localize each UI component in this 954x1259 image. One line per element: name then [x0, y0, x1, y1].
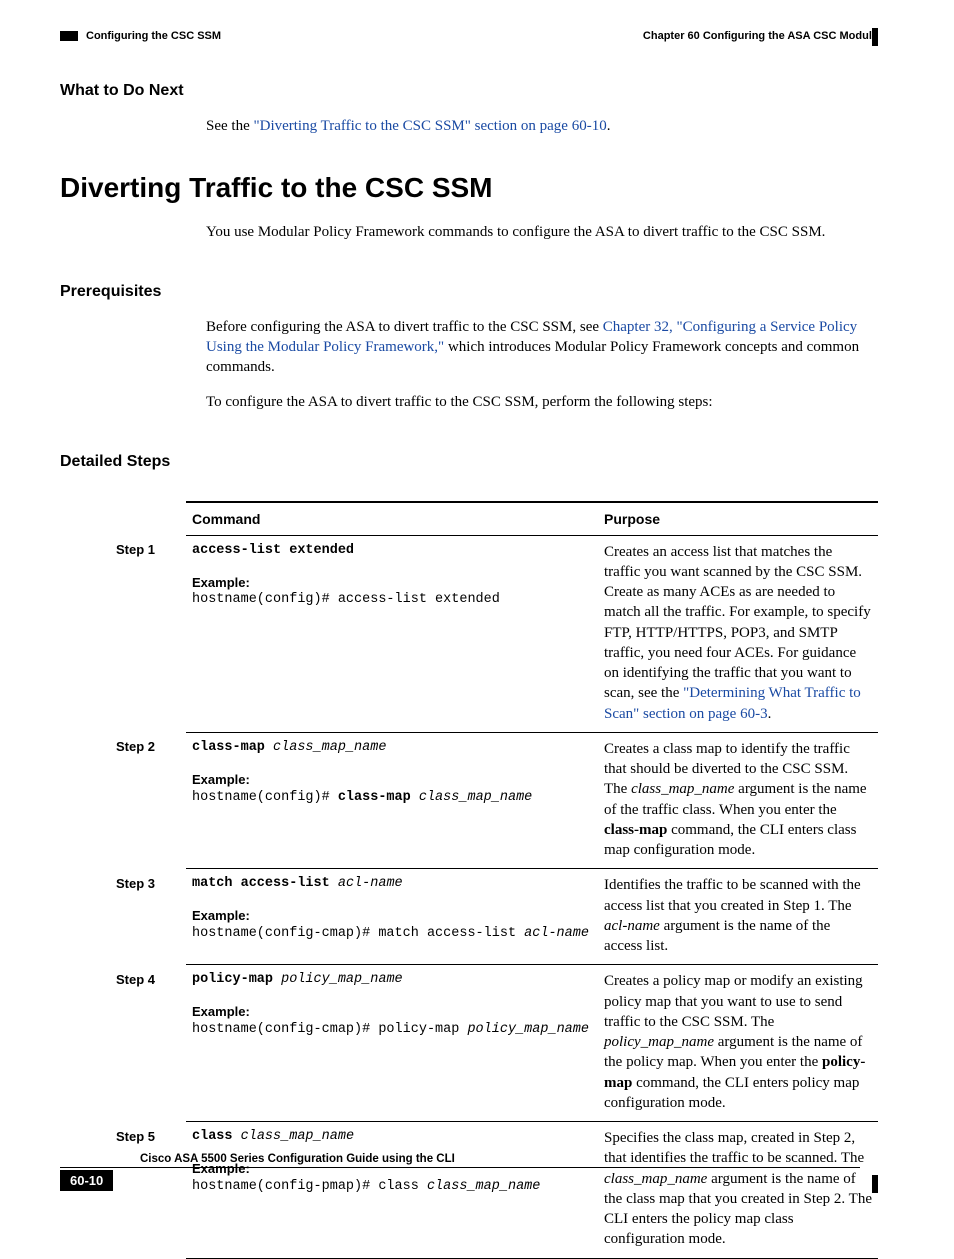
purpose-cell: Creates a policy map or modify an existi…: [598, 965, 878, 1122]
table-row: Step 3 match access-list acl-name Example:…: [116, 869, 878, 965]
command-example: hostname(config-cmap)# match access-list…: [192, 925, 592, 943]
header-marker-icon: [60, 31, 78, 41]
heading-diverting-traffic: Diverting Traffic to the CSC SSM: [60, 172, 878, 204]
command-example: hostname(config)# access-list extended: [192, 591, 592, 609]
heading-what-to-do-next: What to Do Next: [60, 82, 878, 100]
example-label: Example:: [192, 907, 592, 925]
header-section-ref: Configuring the CSC SSM: [86, 30, 221, 42]
command-cell: policy-map policy_map_name Example:hostna…: [186, 965, 598, 1122]
purpose-cell: Creates an access list that matches the …: [598, 535, 878, 732]
link-diverting-traffic[interactable]: "Diverting Traffic to the CSC SSM" secti…: [253, 118, 606, 134]
command-syntax: class-map class_map_name: [192, 739, 592, 757]
table-header-purpose: Purpose: [598, 502, 878, 536]
text-fragment: Before configuring the ASA to divert tra…: [206, 319, 603, 335]
example-label: Example:: [192, 574, 592, 592]
page-number-badge: 60-10: [60, 1170, 860, 1191]
table-row: Step 2 class-map class_map_name Example:ho…: [116, 732, 878, 869]
footer-edge-marker-icon: [872, 1175, 878, 1193]
step-label: Step 1: [116, 535, 186, 732]
example-label: Example:: [192, 771, 592, 789]
steps-table: Command Purpose Step 1access-list extend…: [116, 501, 878, 1259]
text-fragment: .: [607, 118, 611, 134]
command-syntax: access-list extended: [192, 542, 592, 560]
prereq-paragraph-1: Before configuring the ASA to divert tra…: [206, 317, 878, 378]
main-paragraph: You use Modular Policy Framework command…: [206, 222, 878, 242]
page-number: 60-10: [60, 1170, 113, 1191]
header-chapter-ref: Chapter 60 Configuring the ASA CSC Modul…: [643, 30, 878, 42]
purpose-cell: Identifies the traffic to be scanned wit…: [598, 869, 878, 965]
step-label: Step 3: [116, 869, 186, 965]
command-syntax: policy-map policy_map_name: [192, 971, 592, 989]
footer-doc-title: Cisco ASA 5500 Series Configuration Guid…: [140, 1153, 860, 1165]
what-to-do-next-text: See the "Diverting Traffic to the CSC SS…: [206, 116, 878, 136]
text-fragment: See the: [206, 118, 253, 134]
example-label: Example:: [192, 1003, 592, 1021]
step-label: Step 2: [116, 732, 186, 869]
command-example: hostname(config-cmap)# policy-map policy…: [192, 1021, 592, 1039]
step-label: Step 4: [116, 965, 186, 1122]
purpose-cell: Creates a class map to identify the traf…: [598, 732, 878, 869]
command-cell: class-map class_map_name Example:hostname…: [186, 732, 598, 869]
heading-detailed-steps: Detailed Steps: [60, 453, 878, 471]
command-cell: match access-list acl-name Example:hostna…: [186, 869, 598, 965]
command-syntax: class class_map_name: [192, 1128, 592, 1146]
page-footer: Cisco ASA 5500 Series Configuration Guid…: [60, 1153, 878, 1191]
table-header-command: Command: [186, 502, 598, 536]
command-example: hostname(config)# class-map class_map_na…: [192, 789, 592, 807]
command-syntax: match access-list acl-name: [192, 875, 592, 893]
page-edge-marker-icon: [872, 28, 878, 46]
command-cell: access-list extended Example:hostname(con…: [186, 535, 598, 732]
heading-prerequisites: Prerequisites: [60, 283, 878, 301]
running-header: Configuring the CSC SSM Chapter 60 Confi…: [60, 30, 878, 42]
table-row: Step 4 policy-map policy_map_name Example:…: [116, 965, 878, 1122]
prereq-paragraph-2: To configure the ASA to divert traffic t…: [206, 392, 878, 412]
table-row: Step 1 access-list extended Example:hostna…: [116, 535, 878, 732]
